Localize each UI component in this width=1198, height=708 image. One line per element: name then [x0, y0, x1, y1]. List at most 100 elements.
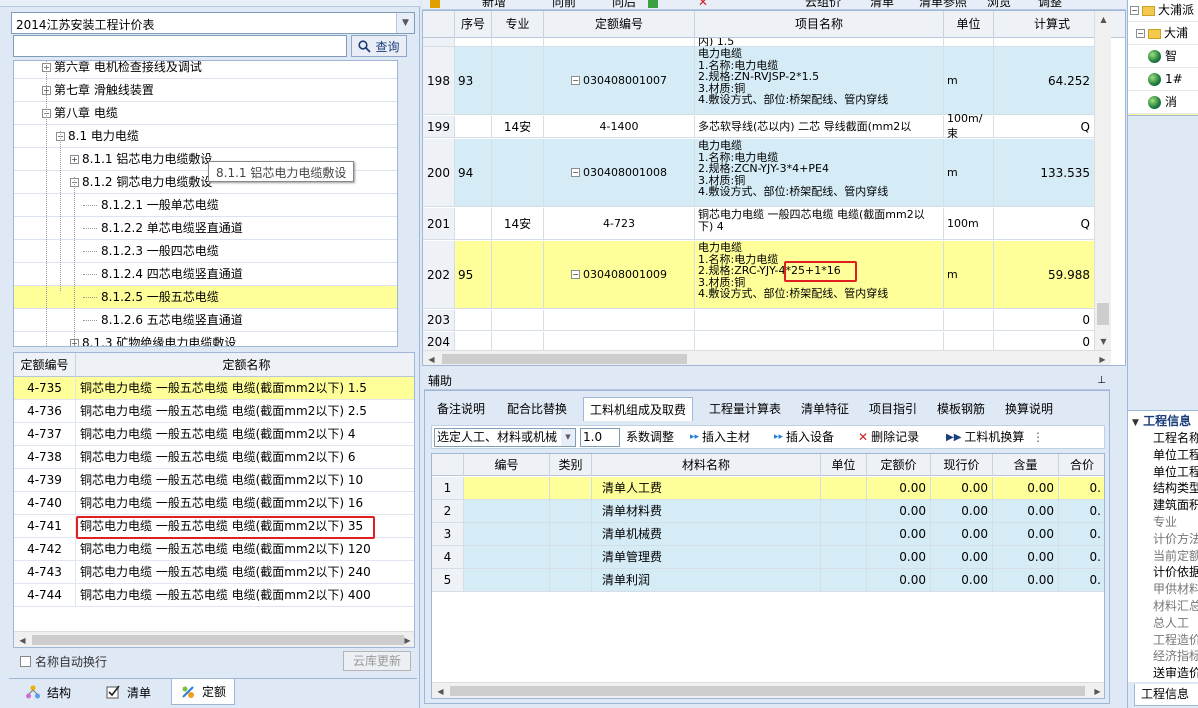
- scroll-right-icon[interactable]: ▶: [1089, 683, 1104, 698]
- toolbar-add-icon[interactable]: [648, 0, 658, 8]
- chevron-down-icon[interactable]: ▼: [561, 429, 575, 446]
- bill-vscroll[interactable]: ▲ ▼: [1094, 11, 1111, 350]
- table-row[interactable]: 199 14安 4-1400 多芯软导线(芯以内) 二芯 导线截面(mm2以 100m/…: [423, 112, 1111, 140]
- toolbar-list[interactable]: 清单: [870, 0, 894, 9]
- delete-record-button[interactable]: ✕ 删除记录: [858, 428, 919, 447]
- table-row[interactable]: 201 14安 4-723 铜芯电力电缆 一般四芯电缆 电缆(截面mm2以 下) 4 1…: [423, 208, 1111, 240]
- search-input[interactable]: [13, 35, 347, 57]
- scroll-left-icon[interactable]: ◀: [432, 683, 449, 698]
- table-row[interactable]: 4-743 铜芯电力电缆 一般五芯电缆 电缆(截面mm2以下) 240: [14, 561, 414, 584]
- bill-hscroll-thumb[interactable]: [442, 354, 687, 364]
- tree-node[interactable]: 8.1.2.4 四芯电缆竖直通道: [14, 263, 397, 286]
- tab-project-info[interactable]: 工程信息: [1134, 684, 1198, 706]
- project-info-item[interactable]: 计价依据: [1153, 564, 1198, 580]
- toolbar-browse[interactable]: 浏览: [987, 0, 1011, 9]
- factor-adjust-button[interactable]: 系数调整: [626, 428, 674, 447]
- project-info-item[interactable]: 当前定额: [1153, 548, 1198, 564]
- insert-equipment-button[interactable]: ▸▸ 插入设备: [774, 428, 834, 447]
- project-info-item[interactable]: 单位工程: [1153, 464, 1198, 480]
- bill-hscroll[interactable]: ◀ ▶: [423, 350, 1111, 365]
- tree-node[interactable]: + 第六章 电机检查接线及调试: [14, 61, 397, 79]
- table-row[interactable]: 4-735 铜芯电力电缆 一般五芯电缆 电缆(截面mm2以下) 1.5: [14, 377, 414, 400]
- collapse-icon[interactable]: −: [571, 270, 580, 279]
- col-header-content[interactable]: 含量: [993, 454, 1059, 476]
- col-header-total[interactable]: 合价: [1059, 454, 1104, 476]
- tab-labor-material[interactable]: 工料机组成及取费: [583, 397, 694, 421]
- resource-hscroll[interactable]: ◀ ▶: [432, 682, 1104, 698]
- project-tree-node[interactable]: − 大浦派: [1128, 0, 1198, 22]
- table-row[interactable]: 4-736 铜芯电力电缆 一般五芯电缆 电缆(截面mm2以下) 2.5: [14, 400, 414, 423]
- tab-list[interactable]: 清单: [97, 679, 159, 705]
- table-row[interactable]: 1 清单人工费 0.00 0.00 0.00 0.: [432, 477, 1104, 500]
- pin-icon[interactable]: ⊥: [1097, 372, 1106, 390]
- project-tree-node[interactable]: 1#: [1128, 68, 1198, 91]
- bill-vscroll-thumb[interactable]: [1097, 303, 1109, 325]
- project-info-item[interactable]: 计价方法: [1153, 531, 1198, 547]
- tab-list-features[interactable]: 清单特征: [795, 397, 855, 421]
- resource-hscroll-thumb[interactable]: [450, 686, 1085, 696]
- tab-template-rebar[interactable]: 模板钢筋: [931, 397, 991, 421]
- toolbar-adjust[interactable]: 调整: [1038, 0, 1062, 9]
- project-tree-node[interactable]: 智: [1128, 45, 1198, 68]
- scroll-up-icon[interactable]: ▲: [1095, 11, 1112, 28]
- table-row[interactable]: 2 清单材料费 0.00 0.00 0.00 0.: [432, 500, 1104, 523]
- col-header-name[interactable]: 定额名称: [77, 353, 414, 377]
- scroll-down-icon[interactable]: ▼: [1095, 333, 1112, 350]
- tree-node[interactable]: 8.1.2.5 一般五芯电缆: [14, 286, 397, 309]
- table-row[interactable]: 4-742 铜芯电力电缆 一般五芯电缆 电缆(截面mm2以下) 120: [14, 538, 414, 561]
- tab-mix-replace[interactable]: 配合比替换: [501, 397, 573, 421]
- project-tree-node[interactable]: 消: [1128, 91, 1198, 114]
- tab-structure[interactable]: 结构: [17, 679, 79, 705]
- col-header-material[interactable]: 材料名称: [592, 454, 821, 476]
- tab-quantity-calc[interactable]: 工程量计算表: [703, 397, 787, 421]
- tab-quota[interactable]: 定额: [171, 679, 236, 705]
- auto-wrap-checkbox[interactable]: 名称自动换行: [20, 653, 107, 670]
- project-info-item[interactable]: 经济指标: [1153, 648, 1198, 664]
- project-info-item[interactable]: 专业: [1153, 514, 1177, 530]
- collapse-icon[interactable]: −: [1130, 6, 1139, 15]
- tree-node[interactable]: 8.1.2.3 一般四芯电缆: [14, 240, 397, 263]
- project-info-item[interactable]: 材料汇总: [1153, 598, 1198, 614]
- insert-main-material-button[interactable]: ▸▸ 插入主材: [690, 428, 750, 447]
- tree-node[interactable]: 8.1.2.1 一般单芯电缆: [14, 194, 397, 217]
- toolbar-back[interactable]: 向后: [612, 0, 636, 9]
- project-tree-node[interactable]: − 大浦: [1128, 22, 1198, 45]
- tab-item-guide[interactable]: 项目指引: [863, 397, 923, 421]
- resource-type-select[interactable]: 选定人工、材料或机械 ▼: [434, 428, 576, 447]
- table-row[interactable]: 200 94−030408001008 电力电缆 1.名称:电力电缆 2.规格:ZC…: [423, 139, 1111, 207]
- scroll-left-icon[interactable]: ◀: [423, 351, 440, 365]
- factor-input[interactable]: 1.0: [580, 428, 620, 447]
- col-header-category[interactable]: 类别: [550, 454, 592, 476]
- col-header-current-price[interactable]: 现行价: [931, 454, 993, 476]
- col-header-seq[interactable]: 序号: [455, 11, 492, 38]
- table-row[interactable]: 内) 1.5: [423, 38, 1111, 47]
- table-row[interactable]: 4-740 铜芯电力电缆 一般五芯电缆 电缆(截面mm2以下) 16: [14, 492, 414, 515]
- col-header-unit[interactable]: 单位: [944, 11, 994, 38]
- quota-hscroll-thumb[interactable]: [32, 635, 404, 645]
- table-row[interactable]: 3 清单机械费 0.00 0.00 0.00 0.: [432, 523, 1104, 546]
- tab-remarks[interactable]: 备注说明: [431, 397, 491, 421]
- table-row[interactable]: 4-737 铜芯电力电缆 一般五芯电缆 电缆(截面mm2以下) 4: [14, 423, 414, 446]
- table-row[interactable]: 202 95−030408001009 电力电缆 1.名称:电力电缆 2.规格:ZR…: [423, 241, 1111, 309]
- col-header-code[interactable]: 定额编号: [14, 353, 76, 377]
- more-icon[interactable]: ⋮: [1032, 428, 1044, 447]
- scroll-left-icon[interactable]: ◀: [14, 632, 31, 647]
- col-header-unit[interactable]: 单位: [821, 454, 867, 476]
- expand-icon[interactable]: +: [70, 155, 79, 164]
- collapse-icon[interactable]: −: [571, 76, 580, 85]
- project-info-title[interactable]: ▼ 工程信息: [1132, 413, 1191, 429]
- scroll-right-icon[interactable]: ▶: [1094, 351, 1111, 365]
- table-row[interactable]: 203 0: [423, 310, 1111, 331]
- col-header-code[interactable]: 定额编号: [544, 11, 695, 38]
- tree-node[interactable]: + 第七章 滑触线装置: [14, 79, 397, 102]
- project-info-item[interactable]: 送审造价: [1153, 665, 1198, 681]
- chevron-down-icon[interactable]: ▼: [1132, 418, 1139, 428]
- project-info-item[interactable]: 建筑面积: [1153, 497, 1198, 513]
- table-row[interactable]: 4-739 铜芯电力电缆 一般五芯电缆 电缆(截面mm2以下) 10: [14, 469, 414, 492]
- search-button[interactable]: 查询: [351, 35, 407, 57]
- tree-node[interactable]: −8.1 电力电缆: [14, 125, 397, 148]
- delete-icon[interactable]: ✕: [698, 0, 708, 9]
- table-row[interactable]: 4-738 铜芯电力电缆 一般五芯电缆 电缆(截面mm2以下) 6: [14, 446, 414, 469]
- collapse-icon[interactable]: −: [1136, 29, 1145, 38]
- project-tree-node[interactable]: 电: [1128, 114, 1198, 115]
